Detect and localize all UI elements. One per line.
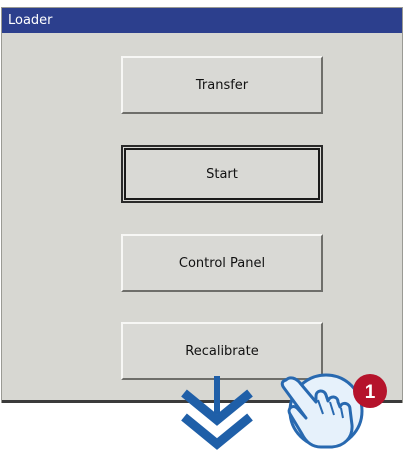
control-panel-button[interactable]: Control Panel: [121, 234, 323, 292]
title-bar: Loader: [2, 8, 402, 33]
window-title: Loader: [8, 13, 53, 28]
transfer-button[interactable]: Transfer: [121, 56, 323, 114]
recalibrate-button[interactable]: Recalibrate: [121, 322, 323, 380]
loader-window: Loader Transfer Start Control Panel Reca…: [1, 7, 403, 403]
window-bottom-edge: [2, 400, 402, 403]
start-button[interactable]: Start: [121, 145, 323, 203]
